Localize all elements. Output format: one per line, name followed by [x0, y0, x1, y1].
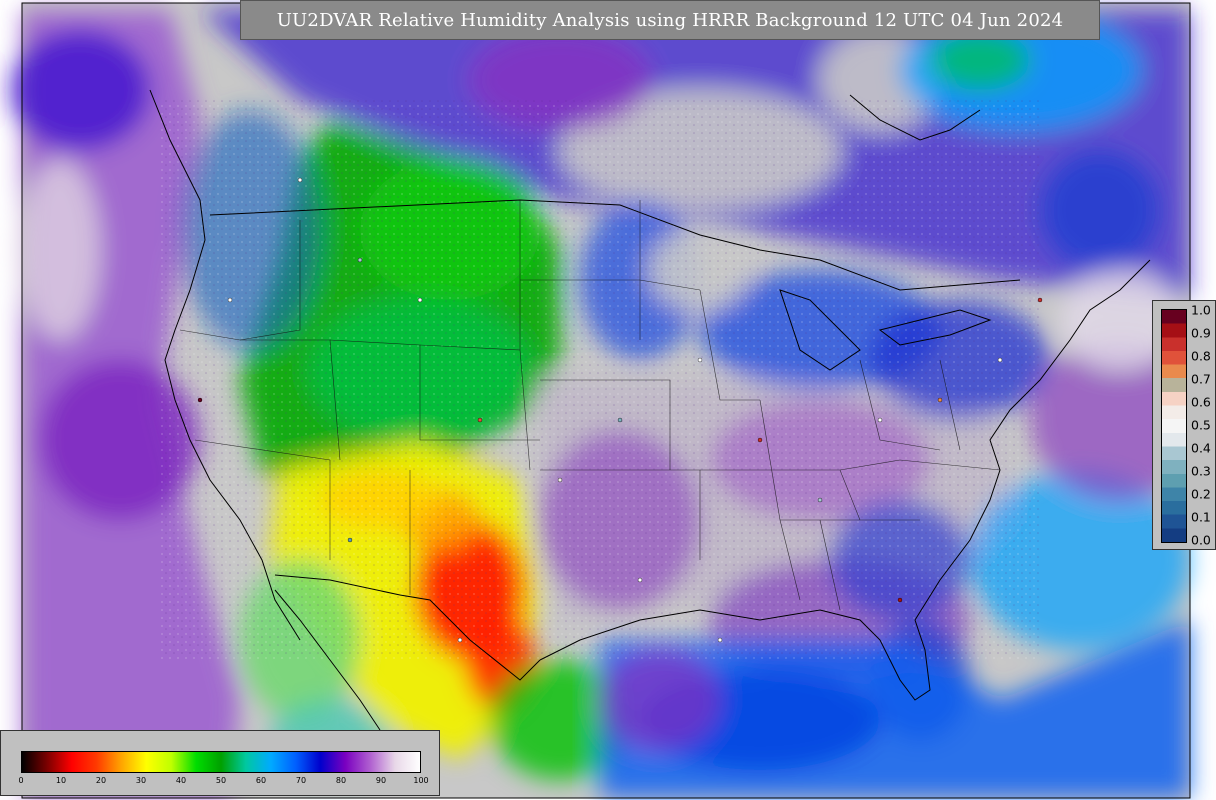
observation-colorbar-scale: [1161, 309, 1187, 543]
obs-tick-0-7: 0.7: [1191, 371, 1211, 387]
obs-tick-1-0: 1.0: [1191, 302, 1211, 318]
rh-tick-40: 40: [175, 776, 187, 785]
rh-colorbar: 0 10 20 30 40 50 60 70 80 90 100: [0, 730, 440, 796]
rh-tick-10: 10: [55, 776, 67, 785]
obs-tick-0-2: 0.2: [1191, 486, 1211, 502]
obs-tick-0-3: 0.3: [1191, 463, 1211, 479]
map-title-box: UU2DVAR Relative Humidity Analysis using…: [240, 0, 1100, 40]
rh-tick-100: 100: [413, 776, 429, 785]
obs-tick-0-9: 0.9: [1191, 325, 1211, 341]
rh-colorbar-scale: [21, 751, 421, 773]
rh-tick-50: 50: [215, 776, 227, 785]
obs-tick-0-6: 0.6: [1191, 394, 1211, 410]
map-title: UU2DVAR Relative Humidity Analysis using…: [276, 9, 1064, 31]
observation-colorbar: 1.0 0.9 0.8 0.7 0.6 0.5 0.4 0.3 0.2 0.1 …: [1152, 300, 1216, 550]
obs-tick-0-0: 0.0: [1191, 532, 1211, 548]
rh-tick-60: 60: [255, 776, 267, 785]
rh-tick-70: 70: [295, 776, 307, 785]
obs-tick-0-1: 0.1: [1191, 509, 1211, 525]
rh-tick-0: 0: [18, 776, 24, 785]
rh-tick-80: 80: [335, 776, 347, 785]
obs-tick-0-5: 0.5: [1191, 417, 1211, 433]
rh-tick-20: 20: [95, 776, 107, 785]
obs-tick-0-8: 0.8: [1191, 348, 1211, 364]
rh-analysis-map: [10, 2, 1210, 799]
rh-tick-90: 90: [375, 776, 387, 785]
obs-tick-0-4: 0.4: [1191, 440, 1211, 456]
rh-tick-30: 30: [135, 776, 147, 785]
